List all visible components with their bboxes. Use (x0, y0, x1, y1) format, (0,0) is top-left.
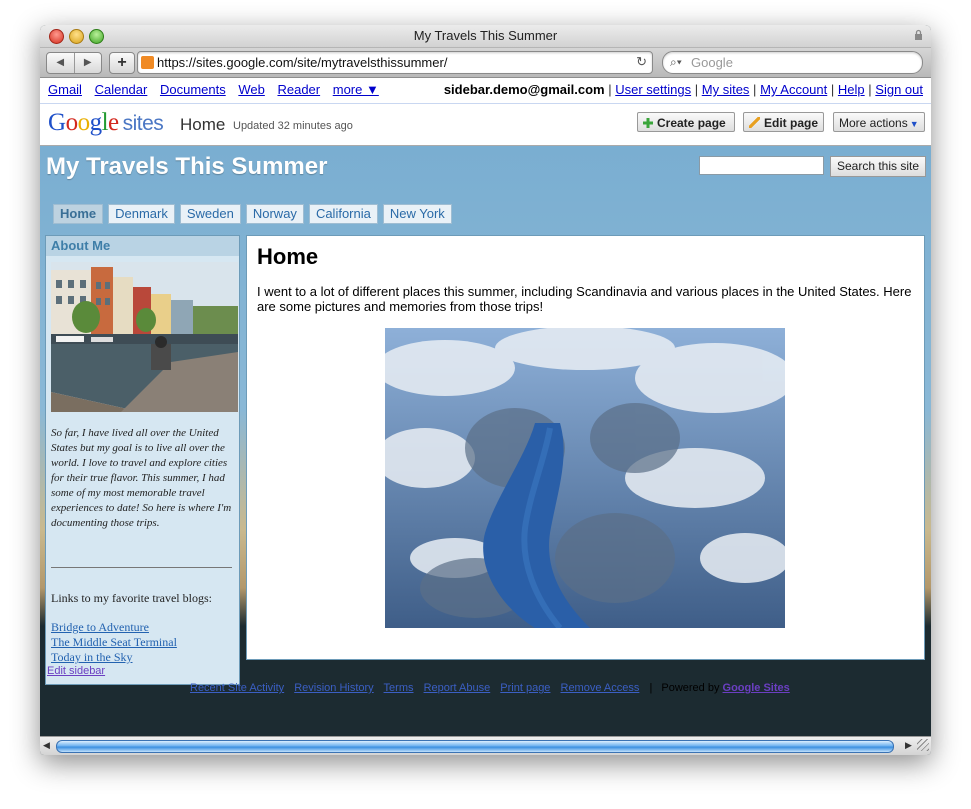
search-site-button[interactable]: Search this site (830, 156, 926, 177)
site-footer: Recent Site Activity Revision History Te… (190, 682, 797, 694)
sidebar-links-title: Links to my favorite travel blogs: (51, 591, 212, 605)
profile-photo (51, 262, 238, 412)
link-today-in-the-sky[interactable]: Today in the Sky (51, 650, 177, 665)
gbar-link-gmail[interactable]: Gmail (48, 82, 82, 97)
gbar-link-calendar[interactable]: Calendar (95, 82, 148, 97)
google-bar-links: Gmail Calendar Documents Web Reader more… (48, 82, 388, 97)
sidebar: About Me So far, I have lived all over t… (45, 235, 240, 685)
tab-california[interactable]: California (308, 204, 378, 224)
site-area: My Travels This Summer Search this site … (40, 146, 931, 685)
footer-separator: | (649, 682, 653, 694)
gbar-separator: | (830, 82, 835, 97)
gbar-link-reader[interactable]: Reader (277, 82, 320, 97)
fjord-aerial-photo (385, 328, 785, 628)
edit-page-button[interactable]: Edit page (743, 112, 824, 132)
tab-home[interactable]: Home (53, 204, 104, 224)
browser-window: My Travels This Summer ◀ ▶ + https://sit… (40, 25, 931, 755)
tab-sweden[interactable]: Sweden (179, 204, 241, 224)
pencil-icon (749, 117, 760, 128)
help-link[interactable]: Help (838, 82, 865, 97)
gbar-separator: | (868, 82, 872, 97)
search-icon: ⌕▾ (670, 55, 682, 69)
main-content: Home I went to a lot of different places… (246, 235, 925, 660)
plus-icon (643, 118, 653, 128)
gbar-separator: | (753, 82, 757, 97)
link-bridge-to-adventure[interactable]: Bridge to Adventure (51, 620, 177, 635)
page-content: Gmail Calendar Documents Web Reader more… (40, 78, 931, 736)
my-sites-link[interactable]: My sites (702, 82, 750, 97)
more-actions-button[interactable]: More actions ▼ (833, 112, 925, 132)
tab-norway[interactable]: Norway (245, 204, 304, 224)
edit-page-label: Edit page (764, 116, 819, 130)
site-favicon-icon (141, 56, 154, 69)
site-search-input[interactable] (699, 156, 824, 175)
google-bar: Gmail Calendar Documents Web Reader more… (40, 78, 931, 104)
horizontal-scrollbar[interactable]: ◀ ▶ (40, 736, 931, 755)
window-title: My Travels This Summer (413, 28, 558, 43)
more-actions-label: More actions (839, 116, 908, 130)
scroll-left-icon[interactable]: ◀ (43, 740, 50, 751)
site-nav-tabs: Home Denmark Sweden Norway California Ne… (53, 204, 457, 224)
chevron-down-icon: ▼ (909, 119, 919, 129)
recent-site-activity-link[interactable]: Recent Site Activity (190, 682, 284, 694)
remove-access-link[interactable]: Remove Access (561, 682, 640, 694)
gbar-link-web[interactable]: Web (238, 82, 265, 97)
scrollbar-thumb[interactable] (56, 740, 894, 753)
sidebar-title: About Me (46, 236, 239, 256)
page-intro-text: I went to a lot of different places this… (257, 284, 912, 314)
google-sites-logo[interactable]: Google sites (48, 109, 164, 137)
site-title[interactable]: My Travels This Summer (46, 153, 327, 181)
address-text: https://sites.google.com/site/mytravelst… (157, 55, 448, 70)
window-titlebar: My Travels This Summer (40, 25, 931, 48)
revision-history-link[interactable]: Revision History (294, 682, 373, 694)
tab-new-york[interactable]: New York (382, 204, 452, 224)
browser-toolbar: ◀ ▶ + https://sites.google.com/site/mytr… (40, 48, 931, 78)
back-forward-buttons: ◀ ▶ (46, 52, 102, 74)
edit-sidebar-link[interactable]: Edit sidebar (47, 665, 105, 677)
terms-link[interactable]: Terms (384, 682, 414, 694)
sidebar-bio: So far, I have lived all over the United… (51, 427, 232, 529)
google-bar-account: sidebar.demo@gmail.com | User settings |… (444, 82, 923, 97)
gbar-separator: | (694, 82, 699, 97)
print-page-link[interactable]: Print page (500, 682, 550, 694)
powered-by-text: Powered by (661, 682, 720, 694)
user-settings-link[interactable]: User settings (615, 82, 691, 97)
new-tab-button[interactable]: + (109, 52, 135, 74)
sites-header: Google sites Home Updated 32 minutes ago … (40, 104, 931, 146)
browser-search-field[interactable]: ⌕▾ Google (662, 51, 923, 74)
google-sites-link[interactable]: Google Sites (723, 682, 790, 694)
sidebar-links: Bridge to Adventure The Middle Seat Term… (51, 620, 177, 665)
resize-grip-icon[interactable] (917, 739, 929, 751)
forward-button[interactable]: ▶ (75, 53, 102, 73)
scroll-right-icon[interactable]: ▶ (905, 740, 912, 751)
page-title: Home (257, 244, 319, 269)
reload-icon[interactable]: ↻ (636, 54, 647, 70)
gbar-link-more[interactable]: more ▼ (333, 82, 379, 97)
lock-icon (915, 29, 922, 40)
account-email: sidebar.demo@gmail.com (443, 82, 605, 97)
sign-out-link[interactable]: Sign out (875, 82, 923, 97)
header-page-name: Home (180, 115, 226, 134)
updated-timestamp: Updated 32 minutes ago (233, 120, 353, 132)
gbar-separator: | (608, 82, 612, 97)
browser-search-placeholder: Google (691, 55, 733, 70)
my-account-link[interactable]: My Account (760, 82, 827, 97)
address-bar[interactable]: https://sites.google.com/site/mytravelst… (137, 51, 653, 74)
gbar-link-documents[interactable]: Documents (160, 82, 226, 97)
link-middle-seat-terminal[interactable]: The Middle Seat Terminal (51, 635, 177, 650)
create-page-button[interactable]: Create page (637, 112, 735, 132)
sidebar-divider (51, 567, 232, 568)
create-page-label: Create page (657, 116, 726, 130)
logo-sites-text: sites (122, 112, 164, 135)
tab-denmark[interactable]: Denmark (108, 204, 175, 224)
report-abuse-link[interactable]: Report Abuse (424, 682, 491, 694)
back-button[interactable]: ◀ (47, 53, 75, 73)
